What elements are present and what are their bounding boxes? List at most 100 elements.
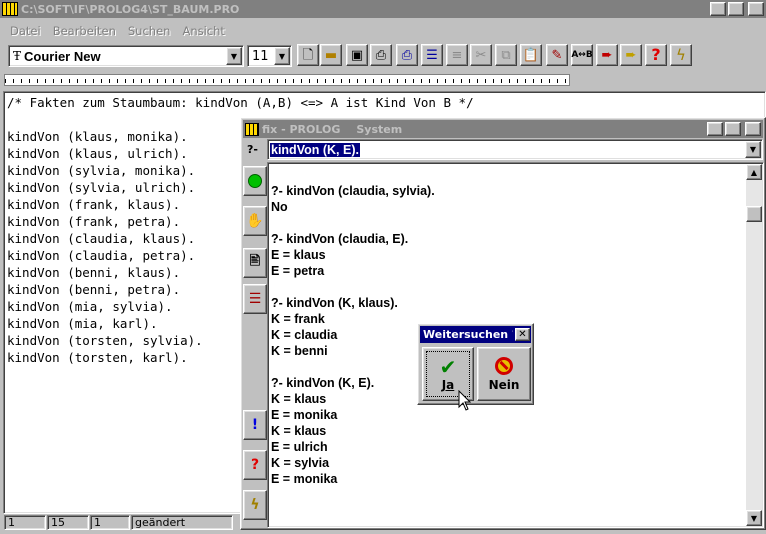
floppy-disk-icon: ▣ — [350, 47, 364, 63]
find-next-button[interactable]: ➨ — [620, 44, 642, 66]
font-size-combo[interactable]: 11 ▼ — [247, 45, 292, 67]
cut-button[interactable]: ✂ — [470, 44, 492, 66]
output-line: ?- kindVon (claudia, E). — [271, 232, 409, 246]
justify-button[interactable]: ≡ — [446, 44, 468, 66]
prolog-grid-icon[interactable] — [245, 122, 259, 136]
prolog-titlebar[interactable]: fix - PROLOG System _ □ ✕ — [243, 120, 763, 138]
find-button[interactable]: ✎ — [546, 44, 568, 66]
fact-line: kindVon (sylvia, ulrich). — [7, 180, 196, 195]
yes-label: Ja — [441, 378, 455, 392]
close-button[interactable]: ✕ — [748, 2, 764, 16]
menu-suchen[interactable]: Suchen — [122, 23, 177, 39]
editor-comment-line: /* Fakten zum Staumbaum: kindVon (A,B) <… — [7, 95, 474, 110]
prolog-minimize-button[interactable]: _ — [707, 122, 723, 136]
open-file-button[interactable]: ▬ — [320, 44, 342, 66]
fact-line: kindVon (sylvia, monika). — [7, 163, 196, 178]
editor-facts: kindVon (klaus, monika). kindVon (klaus,… — [7, 128, 203, 366]
dialog-title: Weitersuchen ? — [423, 328, 513, 341]
chevron-down-icon[interactable]: ▼ — [274, 47, 290, 65]
fact-line: kindVon (claudia, klaus). — [7, 231, 196, 246]
fact-line: kindVon (benni, petra). — [7, 282, 181, 297]
prolog-run-button[interactable]: ϟ — [243, 490, 267, 520]
paste-button[interactable]: 📋 — [520, 44, 542, 66]
menu-ansicht[interactable]: Ansicht — [176, 23, 230, 39]
format-button[interactable]: ☰ — [421, 44, 443, 66]
no-button[interactable]: Nein — [477, 347, 531, 401]
output-line: E = monika — [271, 408, 338, 422]
scroll-thumb[interactable] — [746, 206, 762, 222]
save-button[interactable]: ▣ — [346, 44, 368, 66]
fact-line: kindVon (torsten, sylvia). — [7, 333, 203, 348]
output-line: ?- kindVon (claudia, sylvia). — [271, 184, 435, 198]
replace-ab-icon: A↔B — [571, 49, 593, 60]
prolog-help-button[interactable]: ? — [243, 450, 267, 480]
fact-line: kindVon (mia, sylvia). — [7, 299, 173, 314]
query-input[interactable]: kindVon (K, E). ▼ — [267, 139, 763, 160]
status-column: 15 — [47, 515, 89, 530]
maximize-button[interactable]: □ — [728, 2, 744, 16]
prolog-menu-system[interactable]: System — [340, 123, 705, 136]
scroll-up-button[interactable]: ▲ — [746, 164, 762, 180]
folder-open-icon: ▬ — [324, 47, 338, 63]
minimize-button[interactable]: _ — [710, 2, 726, 16]
fact-line: kindVon (frank, petra). — [7, 214, 181, 229]
copy-icon: ⧉ — [501, 47, 511, 63]
status-page: 1 — [90, 515, 130, 530]
font-name-value: Courier New — [24, 48, 101, 64]
chevron-down-icon[interactable]: ▼ — [226, 47, 242, 65]
dialog-titlebar[interactable]: Weitersuchen ? ✕ — [420, 326, 531, 343]
main-titlebar[interactable]: C:\SOFT\IF\PROLOG4\ST_BAUM.PRO _ □ ✕ — [0, 0, 766, 18]
status-state: geändert — [131, 515, 233, 530]
help-button[interactable]: ? — [645, 44, 667, 66]
run-query-button[interactable] — [243, 166, 267, 196]
find-pen-icon: ✎ — [551, 47, 563, 63]
lightning-icon: ϟ — [250, 497, 260, 513]
prompt-label: ?- — [247, 143, 258, 156]
copy-button[interactable]: ⧉ — [495, 44, 517, 66]
goto-arrow-icon: ➨ — [601, 47, 613, 63]
menu-datei[interactable]: Datei — [4, 23, 47, 39]
font-name-combo[interactable]: Ŧ Courier New ▼ — [8, 45, 244, 67]
format-lines-icon: ☰ — [426, 47, 438, 63]
ruler[interactable] — [4, 74, 570, 86]
green-light-icon — [248, 174, 262, 188]
app-grid-icon[interactable] — [2, 2, 18, 16]
checkmark-icon: ✔ — [439, 355, 457, 379]
fact-line: kindVon (benni, klaus). — [7, 265, 181, 280]
dialog-close-button[interactable]: ✕ — [515, 328, 530, 341]
menu-bearbeiten[interactable]: Bearbeiten — [47, 23, 122, 39]
continue-search-dialog[interactable]: Weitersuchen ? ✕ ✔ Ja Nein — [417, 323, 534, 405]
info-button[interactable]: ! — [243, 410, 267, 440]
output-line: E = ulrich — [271, 440, 328, 454]
lightning-icon: ϟ — [676, 45, 686, 64]
document-icon: 🖹 — [249, 254, 261, 269]
run-button[interactable]: ϟ — [670, 44, 692, 66]
hand-icon: ✋ — [246, 213, 264, 229]
chevron-down-icon[interactable]: ▼ — [745, 141, 761, 158]
truetype-icon: Ŧ — [13, 49, 22, 63]
trace-list-icon: ☰ — [248, 291, 262, 307]
prolog-window-title: fix - PROLOG — [262, 122, 341, 136]
exclamation-icon: ! — [251, 417, 259, 433]
output-line: K = benni — [271, 344, 328, 358]
output-scrollbar[interactable]: ▲ ▼ — [746, 164, 762, 526]
fact-line: kindVon (klaus, monika). — [7, 129, 188, 144]
new-file-icon: 🗋 — [302, 47, 314, 63]
print-setup-button[interactable]: ⎙ — [396, 44, 418, 66]
new-file-button[interactable]: 🗋 — [297, 44, 319, 66]
prolog-maximize-button[interactable]: □ — [725, 122, 741, 136]
trace-button[interactable]: ☰ — [243, 284, 267, 314]
scroll-down-button[interactable]: ▼ — [746, 510, 762, 526]
find-next-icon: ➨ — [625, 47, 637, 63]
prolog-close-button[interactable]: ✕ — [745, 122, 761, 136]
goto-button[interactable]: ➨ — [596, 44, 618, 66]
stop-query-button[interactable]: ✋ — [243, 206, 267, 236]
replace-button[interactable]: A↔B — [571, 44, 593, 66]
fact-line: kindVon (klaus, ulrich). — [7, 146, 188, 161]
output-line: K = klaus — [271, 392, 327, 406]
consult-button[interactable]: 🖹 — [243, 248, 267, 278]
print-button[interactable]: ⎙ — [370, 44, 392, 66]
